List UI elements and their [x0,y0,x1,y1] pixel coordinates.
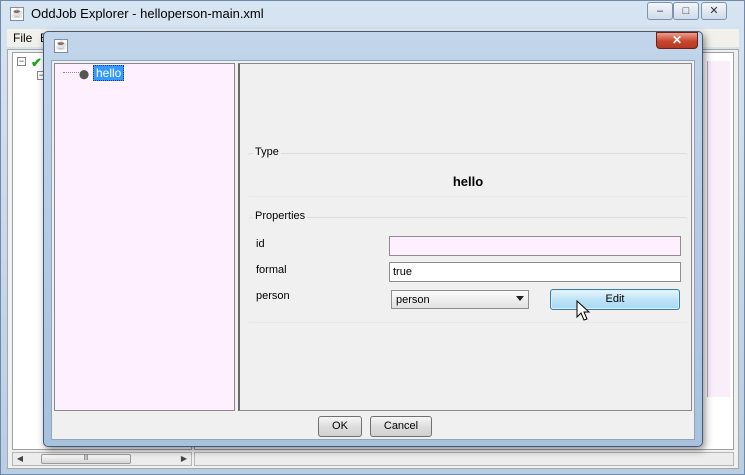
main-close-button[interactable]: ✕ [701,2,727,20]
ok-button[interactable]: OK [318,416,362,437]
java-app-icon: ☕ [10,7,24,21]
scroll-right-icon[interactable]: ▶ [177,453,191,465]
properties-group: Properties id formal true person person … [248,210,688,323]
person-combobox[interactable]: person [391,290,529,309]
id-field[interactable] [389,236,681,256]
maximize-button[interactable]: □ [673,2,699,20]
person-label: person [256,290,290,302]
tree-node-icon: ⬤ [79,69,90,79]
menu-file[interactable]: File [13,31,32,45]
detail-scrollbar[interactable] [194,452,734,466]
tree-node-hello[interactable]: hello [93,65,125,81]
main-window-title: OddJob Explorer - helloperson-main.xml [31,6,264,21]
person-combobox-value: person [396,294,430,306]
edit-button[interactable]: Edit [550,289,680,310]
type-value: hello [452,174,484,189]
tree-collapse-icon[interactable]: − [17,57,26,66]
check-icon: ✔ [31,55,42,70]
dialog-detail-pane: Type hello Properties id formal true per… [238,63,692,411]
minimize-button[interactable]: ‒ [647,2,673,20]
scroll-left-icon[interactable]: ◀ [13,453,27,465]
properties-group-title: Properties [253,210,308,222]
background-panel-edge [707,61,730,397]
main-titlebar: ☕ OddJob Explorer - helloperson-main.xml… [1,1,744,27]
chevron-down-icon [516,296,524,301]
formal-label: formal [256,264,287,276]
dialog-tree-pane[interactable]: ⬤ hello [54,63,235,411]
formal-field[interactable]: true [389,262,681,282]
dialog-close-button[interactable]: ✕ [656,32,698,49]
properties-dialog: ☕ ✕ ⬤ hello Type hello Properties id for… [43,31,703,447]
type-group: Type hello [248,146,688,197]
scrollbar-thumb[interactable]: lll [41,454,131,464]
type-group-title: Type [253,146,281,158]
java-app-icon: ☕ [54,39,68,53]
id-label: id [256,238,265,250]
dialog-body: ⬤ hello Type hello Properties id formal … [51,60,695,440]
mouse-cursor-icon [576,300,591,321]
horizontal-scrollbar[interactable]: ◀ lll ▶ [12,452,192,466]
cancel-button[interactable]: Cancel [370,416,432,437]
tree-connector [63,72,79,73]
